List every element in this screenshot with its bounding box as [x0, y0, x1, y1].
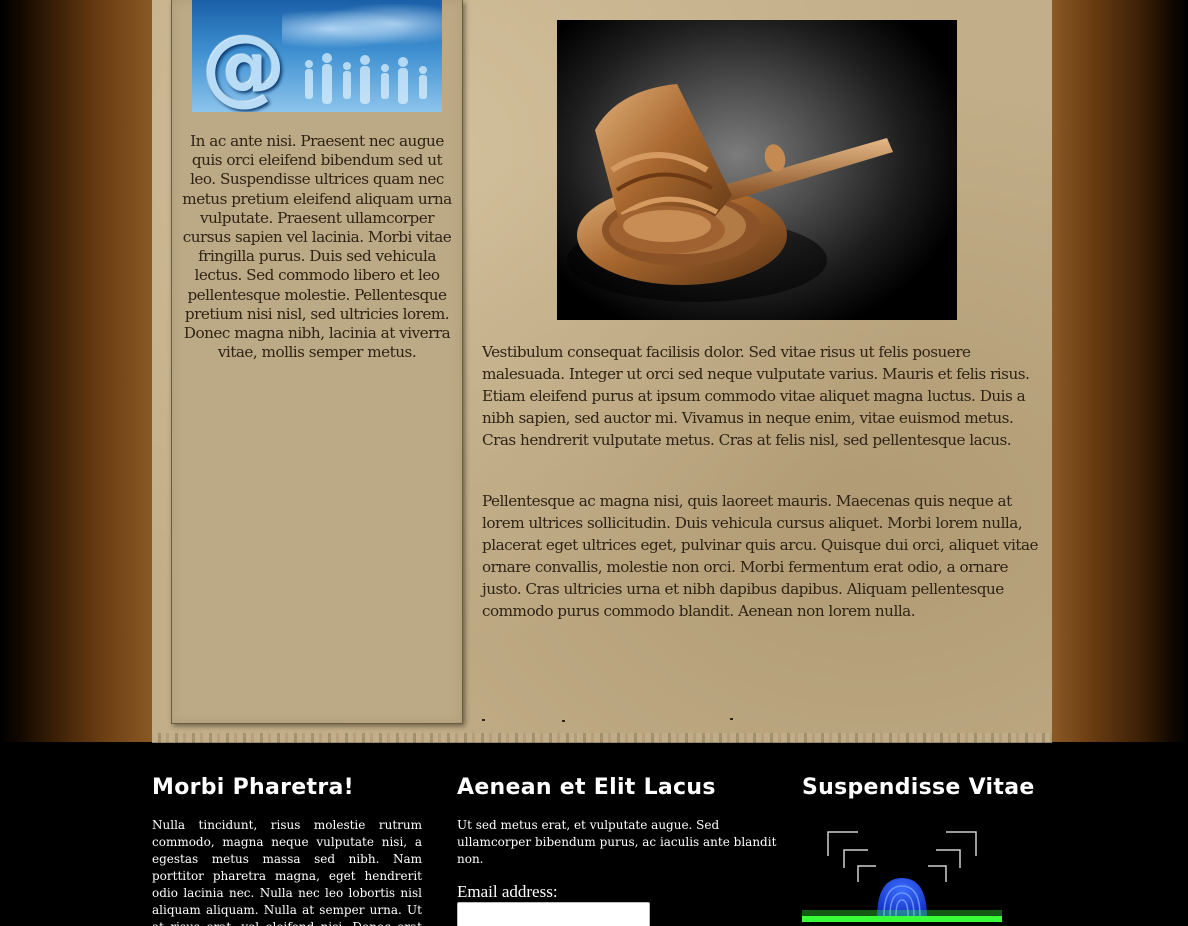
background-grunge-right [1052, 0, 1188, 742]
decorative-dot [562, 720, 565, 722]
main-paragraph-2: Pellentesque ac magna nisi, quis laoreet… [482, 492, 1038, 620]
decorative-dot [482, 719, 485, 721]
sidebar: @ In ac ante nisi. Praesent nec augue qu… [171, 0, 463, 724]
people-silhouettes-graphic [305, 53, 427, 104]
footer-col2-title: Aenean et Elit Lacus [457, 775, 716, 800]
fingerprint-scan-image [802, 826, 1002, 926]
world-map-graphic [282, 4, 442, 54]
sidebar-text: In ac ante nisi. Praesent nec augue quis… [182, 132, 452, 362]
at-sign-icon: @ [202, 17, 286, 112]
footer-col2-text: Ut sed metus erat, et vulputate augue. S… [457, 818, 777, 866]
email-field[interactable] [457, 902, 650, 926]
fingerprint-icon [802, 831, 1002, 922]
decorative-dot [730, 718, 733, 720]
gavel-illustration [567, 84, 893, 302]
gavel-image [557, 20, 957, 320]
footer-col3-title: Suspendisse Vitae [802, 775, 1035, 800]
main-paragraph-1: Vestibulum consequat facilisis dolor. Se… [482, 343, 1030, 449]
footer-col1-text: Nulla tincidunt, risus molestie rutrum c… [152, 818, 422, 926]
background-grunge-left [0, 0, 152, 742]
sidebar-image: @ [192, 0, 442, 112]
footer-col1-title: Morbi Pharetra! [152, 775, 354, 800]
parchment-torn-edge [152, 733, 1052, 743]
email-label: Email address: [457, 882, 558, 901]
